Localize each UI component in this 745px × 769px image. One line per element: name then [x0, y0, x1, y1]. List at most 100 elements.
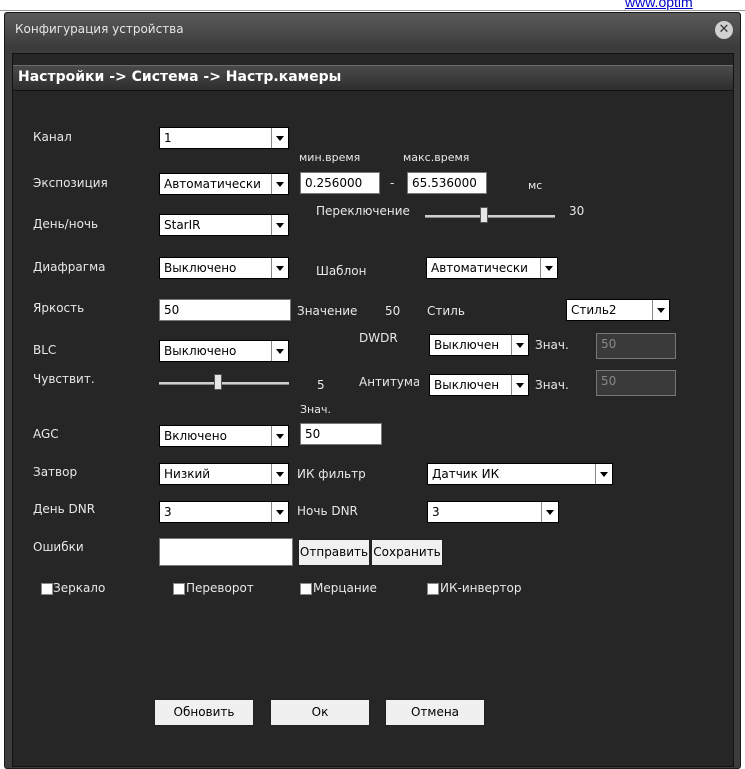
slider-thumb[interactable] — [479, 207, 488, 223]
shutter-value: Низкий — [164, 467, 211, 481]
exposure-value: Автоматически — [164, 177, 261, 191]
ir-filter-select[interactable]: Датчик ИК — [427, 463, 613, 485]
close-icon[interactable]: ✕ — [715, 21, 733, 39]
blc-value: Выключено — [164, 344, 237, 358]
daynight-value: StarIR — [164, 218, 201, 232]
mirror-checkbox[interactable] — [41, 583, 53, 595]
dwdr-select[interactable]: Выключен — [429, 334, 529, 356]
brightness-input[interactable]: 50 — [159, 299, 291, 321]
flip-label: Переворот — [186, 581, 254, 595]
aperture-label: Диафрагма — [33, 260, 106, 274]
errors-input[interactable] — [159, 538, 293, 566]
agc-value-input[interactable]: 50 — [300, 423, 382, 445]
chevron-down-icon[interactable] — [271, 215, 288, 235]
chevron-down-icon[interactable] — [540, 258, 557, 278]
chevron-down-icon[interactable] — [271, 502, 288, 522]
chevron-down-icon[interactable] — [271, 464, 288, 484]
refresh-button[interactable]: Обновить — [154, 699, 254, 726]
dwdr-value: Выключен — [434, 338, 500, 352]
style-value: Стиль2 — [571, 303, 617, 317]
ir-invert-checkbox[interactable] — [427, 583, 439, 595]
chevron-down-icon[interactable] — [271, 258, 288, 278]
sensitivity-slider[interactable] — [159, 374, 289, 392]
daynight-label: День/ночь — [33, 217, 99, 231]
agc-znach-label: Знач. — [300, 403, 331, 416]
agc-label: AGC — [33, 427, 59, 441]
channel-value: 1 — [164, 131, 172, 145]
dwdr-label: DWDR — [359, 331, 398, 345]
template-value: Автоматически — [431, 261, 528, 275]
antifog-znach-label: Знач. — [535, 378, 569, 392]
antifog-select[interactable]: Выключен — [429, 374, 529, 396]
exposure-dash: - — [390, 176, 395, 190]
antifog-value-input: 50 — [596, 370, 676, 396]
site-link[interactable]: www.optim — [625, 0, 693, 10]
template-label: Шаблон — [316, 264, 367, 278]
window-titlebar: Конфигурация устройства ✕ — [5, 13, 740, 47]
cancel-button[interactable]: Отмена — [385, 699, 485, 726]
chevron-down-icon[interactable] — [271, 174, 288, 194]
exposure-select[interactable]: Автоматически — [159, 173, 289, 195]
flip-checkbox[interactable] — [173, 583, 185, 595]
blc-label: BLC — [33, 343, 57, 357]
max-time-label: макс.время — [403, 151, 470, 164]
config-window: Конфигурация устройства ✕ Настройки -> С… — [4, 12, 741, 769]
channel-label: Канал — [33, 130, 72, 144]
night-dnr-value: 3 — [432, 505, 440, 519]
aperture-value: Выключено — [164, 261, 237, 275]
day-dnr-label: День DNR — [33, 502, 96, 516]
chevron-down-icon[interactable] — [595, 464, 612, 484]
exposure-max-input[interactable]: 65.536000 — [407, 172, 487, 194]
chevron-down-icon[interactable] — [511, 375, 528, 395]
chevron-down-icon[interactable] — [271, 426, 288, 446]
window-title: Конфигурация устройства — [15, 22, 184, 36]
slider-thumb[interactable] — [213, 374, 222, 390]
shutter-label: Затвор — [33, 465, 78, 479]
channel-select[interactable]: 1 — [159, 127, 289, 149]
exposure-min-input[interactable]: 0.256000 — [300, 172, 380, 194]
chevron-down-icon[interactable] — [511, 335, 528, 355]
agc-value: Включено — [164, 429, 227, 443]
ir-filter-label: ИК фильтр — [297, 467, 366, 481]
style-select[interactable]: Стиль2 — [566, 299, 670, 321]
flicker-label: Мерцание — [313, 581, 377, 595]
night-dnr-select[interactable]: 3 — [427, 501, 559, 523]
send-button[interactable]: Отправить — [298, 539, 370, 566]
slider-track — [425, 215, 555, 218]
breadcrumb-text: Настройки -> Система -> Настр.камеры — [18, 69, 342, 85]
agc-select[interactable]: Включено — [159, 425, 289, 447]
style-label: Стиль — [427, 304, 465, 318]
chevron-down-icon[interactable] — [652, 300, 669, 320]
top-divider — [0, 10, 745, 11]
chevron-down-icon[interactable] — [541, 502, 558, 522]
min-time-label: мин.время — [299, 151, 361, 164]
shutter-select[interactable]: Низкий — [159, 463, 289, 485]
chevron-down-icon[interactable] — [271, 341, 288, 361]
settings-panel: Настройки -> Система -> Настр.камеры Кан… — [12, 53, 734, 767]
day-dnr-value: 3 — [164, 505, 172, 519]
brightness-label: Яркость — [33, 301, 85, 315]
chevron-down-icon[interactable] — [271, 128, 288, 148]
night-dnr-label: Ночь DNR — [297, 504, 358, 518]
daynight-select[interactable]: StarIR — [159, 214, 289, 236]
exposure-unit: мс — [528, 179, 543, 192]
antifog-value: Выключен — [434, 378, 500, 392]
template-select[interactable]: Автоматически — [426, 257, 558, 279]
brightness-value-label: Значение — [297, 304, 358, 318]
errors-label: Ошибки — [33, 540, 84, 554]
aperture-select[interactable]: Выключено — [159, 257, 289, 279]
switch-slider[interactable] — [425, 207, 555, 225]
sensitivity-label: Чувствит. — [33, 372, 95, 386]
flicker-checkbox[interactable] — [300, 583, 312, 595]
dwdr-znach-label: Знач. — [535, 338, 569, 352]
slider-track — [159, 382, 289, 385]
day-dnr-select[interactable]: 3 — [159, 501, 289, 523]
ir-filter-value: Датчик ИК — [432, 467, 500, 481]
sensitivity-value: 5 — [317, 378, 325, 392]
ok-button[interactable]: Ок — [270, 699, 370, 726]
exposure-label: Экспозиция — [33, 176, 108, 190]
blc-select[interactable]: Выключено — [159, 340, 289, 362]
ir-invert-label: ИК-инвертор — [440, 581, 522, 595]
switch-value: 30 — [569, 204, 585, 218]
save-button[interactable]: Сохранить — [371, 539, 443, 566]
